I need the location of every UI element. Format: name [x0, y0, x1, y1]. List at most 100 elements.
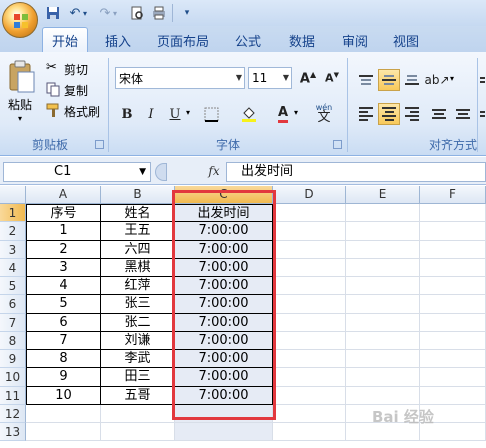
row-header[interactable]: 12 [0, 404, 26, 423]
row-header[interactable]: 7 [0, 313, 26, 332]
table-header-cell[interactable]: 姓名 [101, 204, 175, 223]
format-painter-button[interactable]: 格式刷 [46, 102, 106, 120]
table-cell[interactable] [420, 258, 486, 277]
table-cell[interactable] [273, 240, 346, 259]
table-cell[interactable] [346, 277, 420, 296]
wrap-text-button-partial[interactable] [479, 69, 486, 91]
row-header[interactable]: 9 [0, 350, 26, 369]
row-header[interactable]: 2 [0, 222, 26, 241]
table-cell[interactable]: 刘谦 [101, 331, 175, 350]
table-cell[interactable] [26, 404, 101, 423]
table-cell[interactable] [346, 204, 420, 223]
table-cell[interactable] [346, 295, 420, 314]
column-header-e[interactable]: E [346, 186, 420, 204]
table-header-cell[interactable]: 序号 [26, 204, 101, 223]
formula-input[interactable]: 出发时间 [226, 162, 486, 182]
grow-font-button[interactable]: A▲ [297, 67, 319, 89]
table-cell[interactable]: 王五 [101, 222, 175, 241]
tab-view[interactable]: 视图 [384, 29, 428, 52]
table-cell[interactable] [420, 240, 486, 259]
table-cell[interactable] [101, 404, 175, 423]
table-cell[interactable]: 红萍 [101, 277, 175, 296]
table-cell[interactable]: 2 [26, 240, 101, 259]
table-cell[interactable]: 5 [26, 295, 101, 314]
print-icon[interactable] [150, 4, 168, 22]
table-cell[interactable]: 张三 [101, 295, 175, 314]
office-button[interactable] [2, 2, 38, 38]
table-cell[interactable]: 6 [26, 313, 101, 332]
table-cell[interactable] [273, 295, 346, 314]
table-cell[interactable] [273, 222, 346, 241]
clipboard-dialog-launcher-icon[interactable] [95, 140, 104, 149]
name-box[interactable]: C1 ▼ [3, 162, 151, 182]
font-color-button[interactable]: A [272, 103, 294, 125]
row-header[interactable]: 6 [0, 295, 26, 314]
print-preview-icon[interactable] [128, 4, 146, 22]
orientation-dropdown-icon[interactable]: ▾ [450, 74, 454, 83]
table-cell[interactable]: 9 [26, 368, 101, 387]
font-color-dropdown-icon[interactable]: ▾ [294, 108, 298, 117]
table-cell[interactable] [26, 423, 101, 442]
undo-dropdown-icon[interactable]: ▾ [80, 4, 90, 22]
tab-data[interactable]: 数据 [280, 29, 324, 52]
table-cell[interactable] [420, 277, 486, 296]
table-cell[interactable] [273, 368, 346, 387]
insert-function-icon[interactable]: fx [204, 161, 224, 181]
table-cell[interactable] [101, 423, 175, 442]
tab-page-layout[interactable]: 页面布局 [150, 29, 216, 52]
column-header-a[interactable]: A [26, 186, 101, 204]
table-cell[interactable] [273, 204, 346, 223]
row-header[interactable]: 11 [0, 386, 26, 405]
table-cell[interactable]: 8 [26, 350, 101, 369]
table-cell[interactable] [346, 350, 420, 369]
row-header[interactable]: 13 [0, 423, 26, 442]
table-cell[interactable] [273, 386, 346, 405]
borders-button[interactable] [200, 103, 222, 125]
formula-bar-expander[interactable] [155, 163, 167, 181]
table-cell[interactable] [420, 295, 486, 314]
table-cell[interactable] [420, 350, 486, 369]
align-bottom-button[interactable] [401, 69, 423, 91]
table-cell[interactable]: 10 [26, 386, 101, 405]
table-cell[interactable] [273, 258, 346, 277]
table-cell[interactable]: 1 [26, 222, 101, 241]
column-header-f[interactable]: F [420, 186, 486, 204]
table-cell[interactable]: 张二 [101, 313, 175, 332]
table-cell[interactable]: 4 [26, 277, 101, 296]
row-header[interactable]: 1 [0, 204, 26, 223]
customize-qat-icon[interactable]: ▾ [178, 4, 196, 22]
table-cell[interactable] [273, 277, 346, 296]
table-cell[interactable]: 五哥 [101, 386, 175, 405]
tab-review[interactable]: 审阅 [333, 29, 377, 52]
row-header[interactable]: 10 [0, 368, 26, 387]
paste-button[interactable]: 粘贴 ▾ [4, 58, 40, 130]
table-cell[interactable]: 六四 [101, 240, 175, 259]
align-left-button[interactable] [355, 103, 377, 125]
row-header[interactable]: 3 [0, 240, 26, 259]
table-cell[interactable]: 3 [26, 258, 101, 277]
column-header-d[interactable]: D [273, 186, 346, 204]
tab-insert[interactable]: 插入 [96, 29, 140, 52]
select-all-corner[interactable] [0, 186, 26, 204]
save-icon[interactable] [44, 4, 62, 22]
table-cell[interactable]: 李武 [101, 350, 175, 369]
cut-button[interactable]: ✂ 剪切 [46, 60, 106, 78]
table-cell[interactable] [420, 368, 486, 387]
table-cell[interactable] [420, 331, 486, 350]
table-cell[interactable] [346, 313, 420, 332]
phonetic-button[interactable]: wén 文 [310, 100, 338, 126]
table-cell[interactable] [273, 350, 346, 369]
table-cell[interactable] [273, 423, 346, 442]
table-cell[interactable] [175, 423, 273, 442]
merge-center-button-partial[interactable] [479, 103, 486, 125]
table-cell[interactable] [346, 331, 420, 350]
table-cell[interactable] [273, 331, 346, 350]
table-cell[interactable] [420, 204, 486, 223]
align-middle-button[interactable] [378, 69, 400, 91]
shrink-font-button[interactable]: A▼ [321, 67, 343, 89]
decrease-indent-button[interactable] [428, 103, 450, 125]
italic-button[interactable]: I [140, 103, 162, 125]
redo-dropdown-icon[interactable]: ▾ [110, 4, 120, 22]
align-right-button[interactable] [401, 103, 423, 125]
row-header[interactable]: 8 [0, 331, 26, 350]
